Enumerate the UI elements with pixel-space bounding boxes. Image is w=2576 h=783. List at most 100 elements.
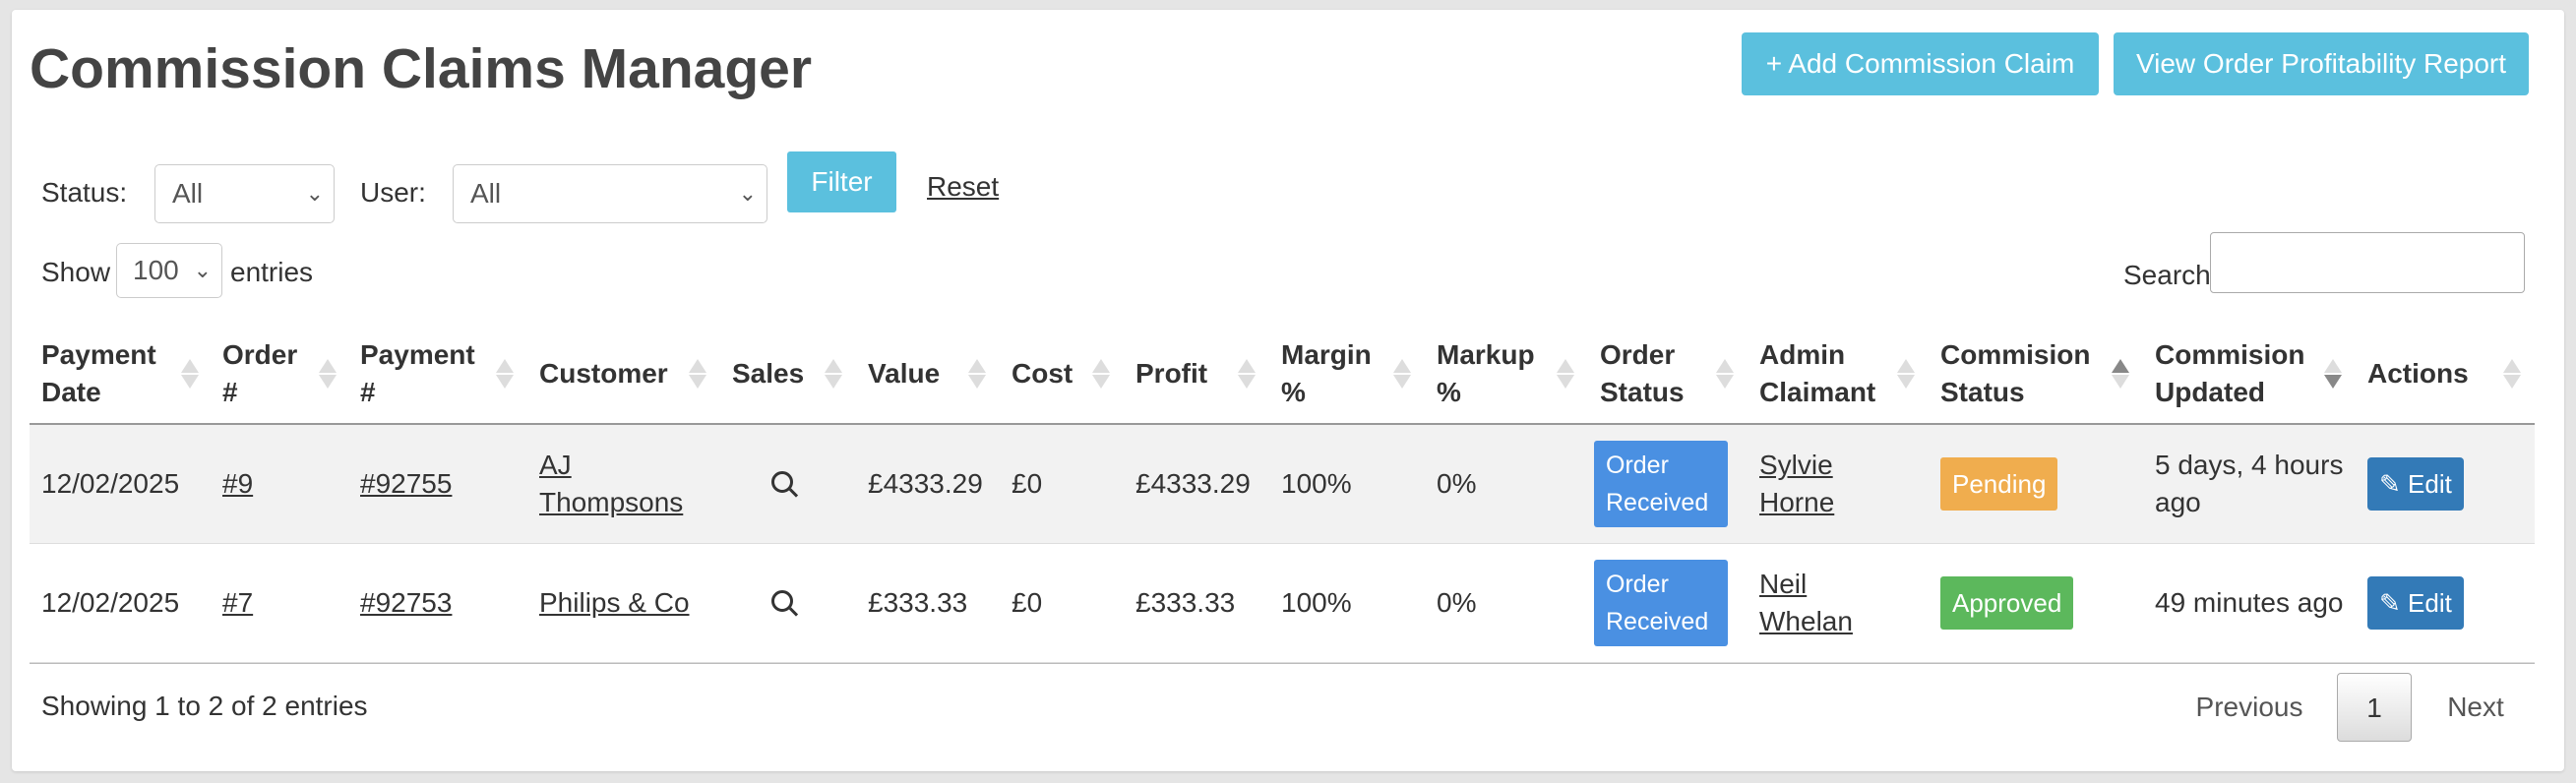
column-header-commission-status[interactable]: Commision Status xyxy=(1929,325,2143,423)
column-label: Cost xyxy=(1012,358,1073,389)
column-label: Profit xyxy=(1135,358,1208,389)
table-header: Payment Date Order # Payment # Customer … xyxy=(30,325,2535,425)
column-label: Customer xyxy=(539,358,668,389)
markup-cell: 0% xyxy=(1437,468,1477,499)
entries-length-value: 100 xyxy=(133,255,179,285)
sort-icon xyxy=(1393,357,1411,391)
page-title: Commission Claims Manager xyxy=(30,37,813,100)
edit-button[interactable]: ✎ Edit xyxy=(2367,576,2464,630)
pagination-previous[interactable]: Previous xyxy=(2180,673,2318,742)
column-label: Actions xyxy=(2367,358,2469,389)
view-profitability-report-button[interactable]: View Order Profitability Report xyxy=(2114,32,2529,95)
column-header-profit[interactable]: Profit xyxy=(1124,325,1269,423)
status-filter-label: Status: xyxy=(41,177,128,208)
column-label: Payment # xyxy=(360,339,475,407)
column-header-customer[interactable]: Customer xyxy=(527,325,720,423)
column-header-actions[interactable]: Actions xyxy=(2356,325,2535,423)
sort-icon xyxy=(1897,357,1915,391)
admin-claimant-link[interactable]: Sylvie Horne xyxy=(1759,447,1834,521)
column-header-admin-claimant[interactable]: Admin Claimant xyxy=(1748,325,1929,423)
payment-date-cell: 12/02/2025 xyxy=(41,587,180,618)
sort-icon xyxy=(1716,357,1734,391)
commission-status-badge: Pending xyxy=(1940,457,2058,511)
order-status-badge: Order Received xyxy=(1594,560,1728,646)
column-label: Value xyxy=(868,358,941,389)
column-label: Commision Status xyxy=(1940,339,2091,407)
customer-link[interactable]: Philips & Co xyxy=(539,584,690,622)
column-header-margin[interactable]: Margin % xyxy=(1269,325,1425,423)
sort-icon xyxy=(825,357,842,391)
column-header-commission-updated[interactable]: Commision Updated xyxy=(2143,325,2356,423)
column-label: Commision Updated xyxy=(2155,339,2305,407)
column-header-payment[interactable]: Payment # xyxy=(348,325,527,423)
search-icon[interactable] xyxy=(771,584,793,622)
table-row: 12/02/2025 #7 #92753 Philips & Co £333.3… xyxy=(30,544,2535,663)
status-filter-select[interactable]: All ⌄ xyxy=(154,164,335,223)
search-label: Search: xyxy=(2123,260,2219,290)
sort-icon xyxy=(2503,357,2521,391)
entries-length-select[interactable]: 100 ⌄ xyxy=(116,243,222,298)
value-cell: £4333.29 xyxy=(868,468,983,499)
add-commission-claim-button[interactable]: + Add Commission Claim xyxy=(1742,32,2099,95)
filter-button[interactable]: Filter xyxy=(787,151,896,212)
column-label: Order # xyxy=(222,339,298,407)
column-header-sales[interactable]: Sales xyxy=(720,325,856,423)
column-label: Markup % xyxy=(1437,339,1535,407)
search-icon[interactable] xyxy=(771,465,793,503)
cost-cell: £0 xyxy=(1012,587,1043,618)
sort-icon xyxy=(1557,357,1574,391)
admin-claimant-link[interactable]: Neil Whelan xyxy=(1759,566,1853,640)
chevron-down-icon: ⌄ xyxy=(738,181,757,206)
pagination-next[interactable]: Next xyxy=(2432,673,2519,742)
sort-icon xyxy=(689,357,706,391)
user-filter-value: All xyxy=(470,178,502,209)
markup-cell: 0% xyxy=(1437,587,1477,618)
column-header-cost[interactable]: Cost xyxy=(1000,325,1124,423)
sort-icon xyxy=(968,357,986,391)
commission-updated-cell: 5 days, 4 hours ago xyxy=(2155,450,2344,517)
edit-icon: ✎ xyxy=(2379,588,2401,618)
pagination-page-1[interactable]: 1 xyxy=(2337,673,2412,742)
search-input[interactable] xyxy=(2210,232,2525,293)
edit-label: Edit xyxy=(2408,588,2452,618)
sort-asc-icon xyxy=(2112,357,2129,391)
payment-link[interactable]: #92753 xyxy=(360,584,452,622)
column-header-order[interactable]: Order # xyxy=(211,325,348,423)
table-bottom-divider xyxy=(30,663,2535,664)
column-label: Payment Date xyxy=(41,339,156,407)
profit-cell: £333.33 xyxy=(1135,587,1236,618)
sort-icon xyxy=(319,357,337,391)
column-header-order-status[interactable]: Order Status xyxy=(1588,325,1748,423)
customer-link[interactable]: AJ Thompsons xyxy=(539,447,697,521)
edit-icon: ✎ xyxy=(2379,469,2401,499)
entries-label: entries xyxy=(230,257,314,287)
edit-button[interactable]: ✎ Edit xyxy=(2367,457,2464,511)
value-cell: £333.33 xyxy=(868,587,968,618)
order-link[interactable]: #7 xyxy=(222,584,253,622)
column-header-payment-date[interactable]: Payment Date xyxy=(30,325,211,423)
payment-date-cell: 12/02/2025 xyxy=(41,468,180,499)
margin-cell: 100% xyxy=(1281,468,1352,499)
sort-icon xyxy=(181,357,199,391)
reset-link[interactable]: Reset xyxy=(927,171,999,203)
table-row: 12/02/2025 #9 #92755 AJ Thompsons £4333.… xyxy=(30,425,2535,544)
column-label: Sales xyxy=(732,358,805,389)
margin-cell: 100% xyxy=(1281,587,1352,618)
chevron-down-icon: ⌄ xyxy=(193,258,212,282)
order-link[interactable]: #9 xyxy=(222,465,253,503)
user-filter-select[interactable]: All ⌄ xyxy=(453,164,767,223)
show-label: Show xyxy=(41,257,111,287)
sort-icon xyxy=(1238,357,1256,391)
column-label: Margin % xyxy=(1281,339,1372,407)
column-header-value[interactable]: Value xyxy=(856,325,1000,423)
column-label: Admin Claimant xyxy=(1759,339,1876,407)
status-filter-value: All xyxy=(172,178,204,209)
edit-label: Edit xyxy=(2408,469,2452,499)
table-info: Showing 1 to 2 of 2 entries xyxy=(41,691,368,721)
payment-link[interactable]: #92755 xyxy=(360,465,452,503)
column-header-markup[interactable]: Markup % xyxy=(1425,325,1588,423)
sort-icon xyxy=(496,357,514,391)
chevron-down-icon: ⌄ xyxy=(305,181,324,206)
commission-updated-cell: 49 minutes ago xyxy=(2155,587,2344,618)
sort-desc-icon xyxy=(2324,357,2342,391)
